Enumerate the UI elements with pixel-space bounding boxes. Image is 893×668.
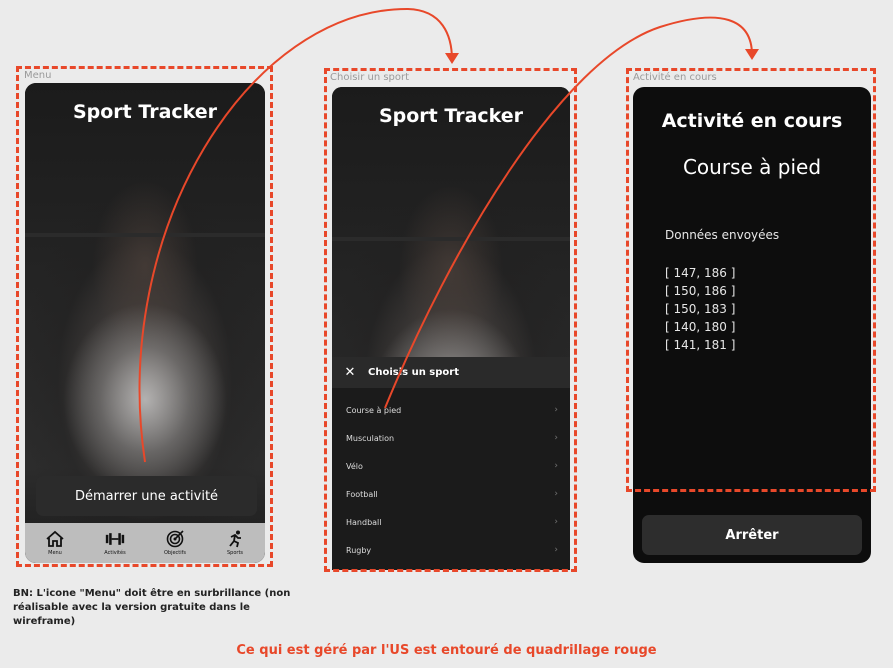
us-scope-box-menu: [16, 66, 273, 567]
arrowhead: [745, 49, 759, 60]
footer-caption: Ce qui est géré par l'US est entouré de …: [236, 643, 657, 658]
stop-button[interactable]: Arrêter: [642, 515, 862, 555]
note-text: BN: L'icone "Menu" doit être en surbrill…: [13, 588, 291, 627]
us-scope-box-choose: [324, 68, 577, 572]
arrowhead: [445, 53, 459, 64]
us-scope-box-activity: [626, 68, 876, 492]
